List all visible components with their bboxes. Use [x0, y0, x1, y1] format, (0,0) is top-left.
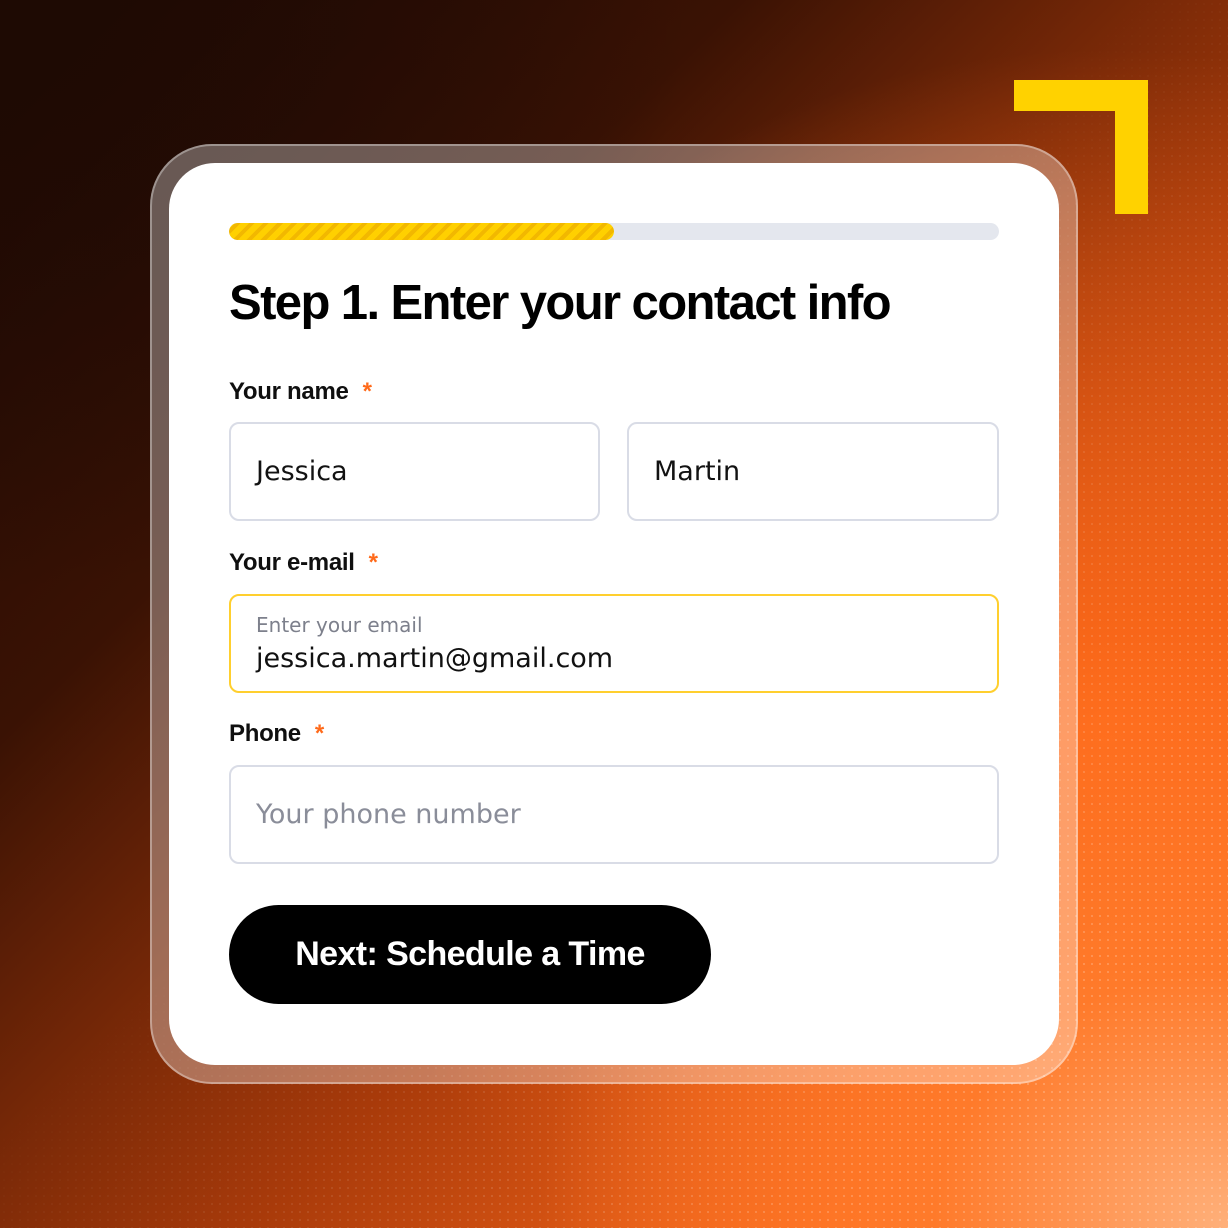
email-label: Your e-mail *: [229, 549, 378, 576]
form-title: Step 1. Enter your contact info: [229, 276, 892, 330]
last-name-value: Martin: [654, 456, 741, 487]
last-name-input[interactable]: Martin: [627, 422, 999, 521]
first-name-input[interactable]: Jessica: [229, 422, 600, 521]
email-value: jessica.martin@gmail.com: [256, 643, 614, 674]
required-marker: *: [368, 549, 378, 576]
email-input[interactable]: Enter your email jessica.martin@gmail.co…: [229, 594, 999, 693]
phone-label: Phone *: [229, 720, 324, 747]
required-marker: *: [362, 378, 372, 405]
progress-bar-fill: [229, 223, 614, 240]
name-label: Your name *: [229, 378, 372, 405]
required-marker: *: [314, 720, 324, 747]
contact-form-card: Step 1. Enter your contact info Your nam…: [169, 163, 1059, 1065]
progress-bar: [229, 223, 999, 240]
phone-placeholder: Your phone number: [256, 799, 521, 830]
phone-input[interactable]: Your phone number: [229, 765, 999, 864]
email-floating-placeholder: Enter your email: [256, 613, 423, 637]
first-name-value: Jessica: [256, 456, 348, 487]
next-schedule-button[interactable]: Next: Schedule a Time: [229, 905, 711, 1004]
